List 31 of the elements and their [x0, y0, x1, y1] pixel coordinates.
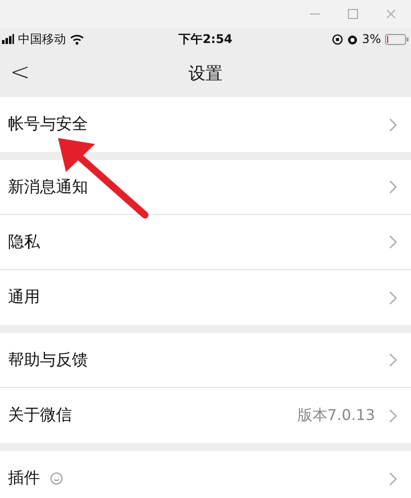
status-time: 下午2:54 [178, 30, 232, 48]
settings-item[interactable]: 隐私 [0, 215, 411, 270]
chevron-icon [389, 180, 397, 194]
settings-item[interactable]: 帐号与安全 [0, 97, 411, 152]
settings-item[interactable]: 插件 [0, 451, 411, 498]
item-label: 插件 [8, 468, 40, 489]
chevron-icon [389, 235, 397, 249]
battery-icon [384, 34, 409, 44]
wifi-icon [70, 34, 84, 44]
chevron-icon [389, 290, 397, 304]
page-title: 设置 [188, 63, 222, 85]
maximize-icon[interactable] [347, 8, 359, 20]
item-label: 关于微信 [8, 405, 72, 426]
item-label: 帐号与安全 [8, 114, 88, 135]
close-icon[interactable] [385, 8, 397, 20]
chevron-icon [389, 472, 397, 486]
settings-item[interactable]: 帮助与反馈 [0, 333, 411, 388]
item-label: 新消息通知 [8, 176, 88, 198]
settings-item[interactable]: 通用 [0, 270, 411, 325]
carrier-name: 中国移动 [18, 30, 66, 48]
signal-icon [2, 34, 14, 44]
chevron-icon [389, 408, 397, 422]
chevron-icon [389, 353, 397, 367]
item-value: 版本7.0.13 [297, 406, 375, 425]
chevron-icon [389, 118, 397, 132]
item-label: 通用 [8, 287, 40, 308]
battery-percent: 3% [362, 32, 381, 46]
back-button[interactable]: < [6, 58, 34, 86]
settings-item[interactable]: 关于微信 版本7.0.13 [0, 388, 411, 443]
item-label: 隐私 [8, 232, 40, 252]
item-label: 帮助与反馈 [8, 350, 88, 370]
